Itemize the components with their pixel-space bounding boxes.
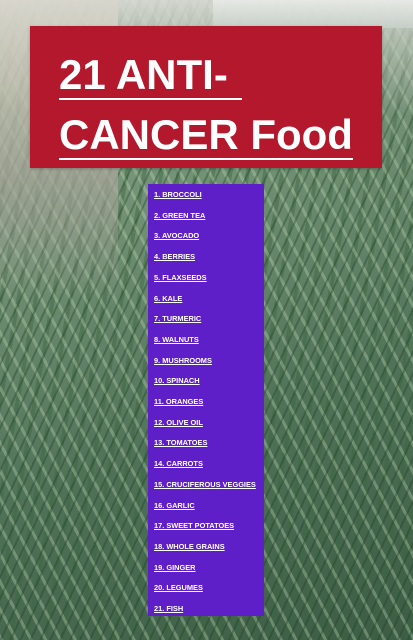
food-list-item[interactable]: 10. SPINACH (154, 374, 200, 388)
food-list-item[interactable]: 21. FISH (154, 602, 183, 616)
food-list-item[interactable]: 11. ORANGES (154, 395, 203, 409)
food-list-item[interactable]: 8. WALNUTS (154, 333, 199, 347)
food-list-item[interactable]: 3. AVOCADO (154, 229, 199, 243)
title-underline-1 (59, 98, 242, 100)
food-list-item[interactable]: 19. GINGER (154, 561, 195, 575)
food-list-item[interactable]: 20. LEGUMES (154, 581, 203, 595)
food-list-item[interactable]: 6. KALE (154, 292, 182, 306)
food-list-item[interactable]: 18. WHOLE GRAINS (154, 540, 225, 554)
title-line-2: CANCER Food (59, 111, 353, 158)
background-roof (213, 0, 413, 28)
food-list-item[interactable]: 1. BROCCOLI (154, 188, 202, 202)
food-list-item[interactable]: 4. BERRIES (154, 250, 195, 264)
food-list-item[interactable]: 5. FLAXSEEDS (154, 271, 207, 285)
food-list-item[interactable]: 2. GREEN TEA (154, 209, 205, 223)
title-line-1: 21 ANTI- (59, 51, 228, 98)
food-list-item[interactable]: 17. SWEET POTATOES (154, 519, 234, 533)
food-list-item[interactable]: 15. CRUCIFEROUS VEGGIES (154, 478, 256, 492)
food-list-item[interactable]: 14. CARROTS (154, 457, 203, 471)
food-list-item[interactable]: 7. TURMERIC (154, 312, 201, 326)
food-list-item[interactable]: 9. MUSHROOMS (154, 354, 212, 368)
title-banner: 21 ANTI- CANCER Food (30, 26, 382, 168)
food-list-item[interactable]: 13. TOMATOES (154, 436, 207, 450)
food-list-item[interactable]: 12. OLIVE OIL (154, 416, 203, 430)
title-underline-2 (59, 158, 353, 160)
food-list-panel: 1. BROCCOLI 2. GREEN TEA 3. AVOCADO 4. BERR… (148, 184, 264, 616)
food-list-item[interactable]: 16. GARLIC (154, 499, 195, 513)
